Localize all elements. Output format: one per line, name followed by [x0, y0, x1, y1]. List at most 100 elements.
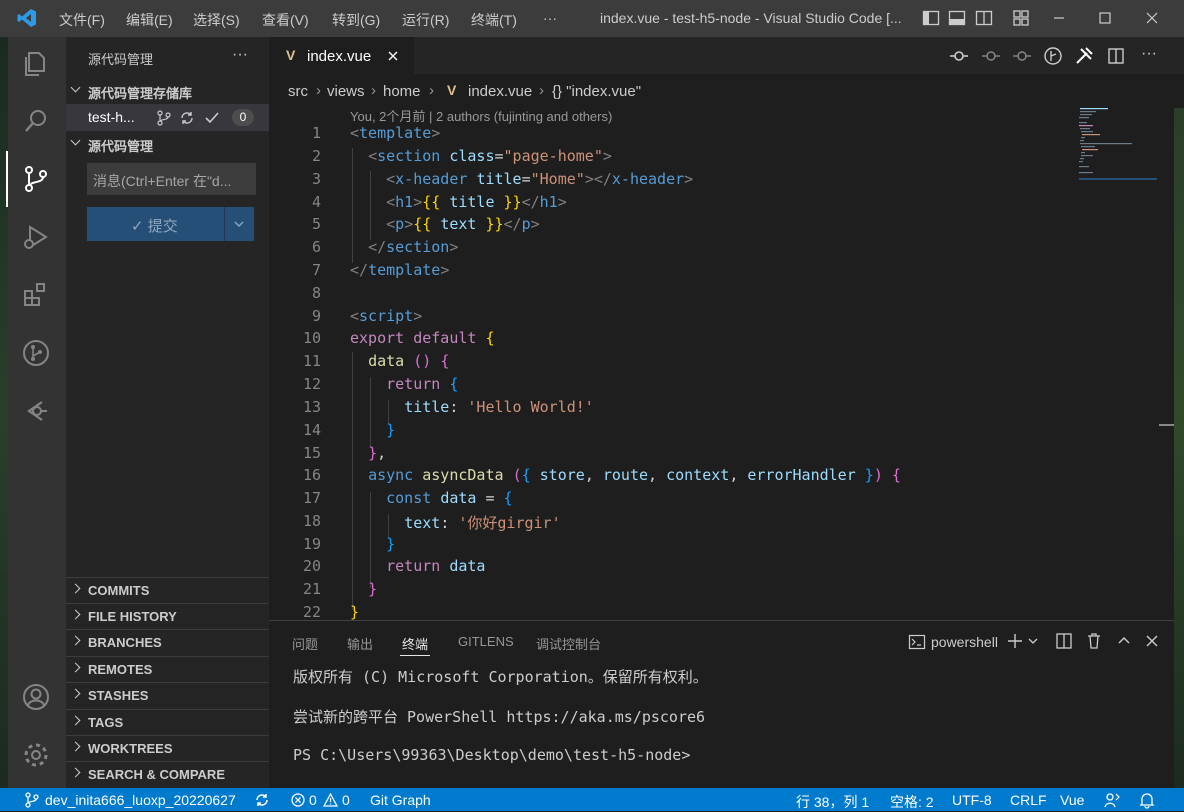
- status-error-count[interactable]: 0: [309, 792, 317, 808]
- chevron-right-icon: [70, 609, 81, 620]
- source-control-sidebar: 源代码管理 ··· 源代码管理存储库 test-h... 0 源代码管理 消息(…: [66, 37, 269, 788]
- chevron-right-icon: ›: [316, 82, 321, 99]
- status-warning-count[interactable]: 0: [342, 792, 350, 808]
- trash-icon[interactable]: [1085, 632, 1103, 650]
- status-cursor-position[interactable]: 行 38，列 1: [796, 792, 869, 812]
- editor-more-icon[interactable]: ···: [1141, 45, 1157, 63]
- commit-check-icon[interactable]: [204, 110, 220, 126]
- terminal-shell-name[interactable]: powershell: [931, 634, 998, 650]
- menu-run[interactable]: 运行(R): [402, 10, 449, 30]
- section-stashes[interactable]: STASHES: [66, 682, 269, 708]
- status-branch[interactable]: dev_inita666_luoxp_20220627: [45, 792, 236, 808]
- breadcrumb-home[interactable]: home: [383, 83, 421, 100]
- code-line: <h1>{{ title }}</h1>: [386, 193, 567, 211]
- code-line: },: [368, 444, 387, 462]
- window-edge-right: [1174, 37, 1184, 788]
- status-encoding[interactable]: UTF-8: [952, 792, 992, 808]
- explorer-icon[interactable]: [20, 47, 52, 79]
- customize-layout-icon[interactable]: [1012, 9, 1030, 27]
- status-indentation[interactable]: 空格: 2: [890, 792, 934, 812]
- tab-index-vue[interactable]: V index.vue: [269, 37, 414, 74]
- extensions-icon[interactable]: [20, 279, 52, 311]
- line-number: 3: [311, 170, 321, 188]
- accounts-icon[interactable]: [20, 681, 52, 713]
- status-git-graph[interactable]: Git Graph: [370, 792, 431, 808]
- section-file-history[interactable]: FILE HISTORY: [66, 603, 269, 629]
- section-search-compare[interactable]: SEARCH & COMPARE: [66, 761, 269, 787]
- previous-change-icon[interactable]: [949, 47, 969, 65]
- minimize-icon[interactable]: [1050, 9, 1068, 27]
- line-number: 9: [311, 307, 321, 325]
- new-terminal-icon[interactable]: [1006, 632, 1024, 650]
- close-panel-icon[interactable]: [1144, 633, 1160, 649]
- menu-file[interactable]: 文件(F): [59, 10, 105, 30]
- repository-row[interactable]: test-h... 0: [66, 104, 269, 131]
- breadcrumb-src[interactable]: src: [288, 83, 308, 100]
- section-remotes[interactable]: REMOTES: [66, 656, 269, 682]
- maximize-panel-icon[interactable]: [1116, 633, 1132, 649]
- panel-tab-terminal[interactable]: 终端: [402, 634, 428, 653]
- close-tab-icon[interactable]: [387, 50, 399, 62]
- menu-selection[interactable]: 选择(S): [193, 10, 240, 30]
- code-line: <x-header title="Home"></x-header>: [386, 170, 694, 188]
- git-branch-icon: [25, 792, 39, 808]
- minimap[interactable]: [1075, 108, 1165, 620]
- section-label: BRANCHES: [88, 635, 162, 650]
- next-change-icon[interactable]: [1012, 47, 1032, 65]
- commit-dropdown-button[interactable]: [224, 207, 254, 241]
- terminal-prompt[interactable]: PS C:\Users\99363\Desktop\demo\test-h5-n…: [293, 746, 690, 764]
- toggle-panel-icon[interactable]: [948, 9, 966, 27]
- sync-icon[interactable]: [254, 792, 270, 808]
- breadcrumb-symbol[interactable]: {} "index.vue": [552, 83, 641, 100]
- tools-icon[interactable]: [1074, 46, 1094, 66]
- commit-message-placeholder: 消息(Ctrl+Enter 在"d...: [93, 173, 232, 189]
- section-tags[interactable]: TAGS: [66, 709, 269, 735]
- sidebar-more-button[interactable]: ···: [232, 46, 248, 64]
- branch-icon[interactable]: [156, 110, 172, 126]
- status-language[interactable]: Vue: [1060, 792, 1084, 808]
- commit-message-input[interactable]: 消息(Ctrl+Enter 在"d...: [87, 163, 256, 195]
- error-icon[interactable]: [291, 793, 305, 807]
- scm-section-header[interactable]: 源代码管理: [66, 132, 269, 154]
- panel-tab-gitlens[interactable]: GITLENS: [458, 634, 514, 649]
- maximize-icon[interactable]: [1096, 9, 1114, 27]
- editor-scrollbar[interactable]: [1159, 108, 1174, 620]
- split-terminal-icon[interactable]: [1055, 632, 1073, 650]
- settings-gear-icon[interactable]: [20, 739, 52, 771]
- menu-terminal[interactable]: 终端(T): [471, 10, 517, 30]
- commit-button[interactable]: ✓ 提交: [87, 207, 224, 241]
- open-changes-icon[interactable]: [1043, 46, 1063, 66]
- run-debug-icon[interactable]: [20, 221, 52, 253]
- warning-icon[interactable]: [323, 793, 338, 807]
- source-control-icon[interactable]: [20, 163, 52, 195]
- menu-go[interactable]: 转到(G): [332, 10, 380, 30]
- panel-tab-problems[interactable]: 问题: [292, 634, 318, 653]
- notifications-bell-icon[interactable]: [1138, 791, 1156, 809]
- toggle-secondary-sidebar-icon[interactable]: [975, 9, 993, 27]
- panel-tab-debug-console[interactable]: 调试控制台: [536, 634, 601, 653]
- close-window-icon[interactable]: [1143, 9, 1161, 27]
- menu-more[interactable]: ···: [543, 10, 557, 26]
- split-editor-icon[interactable]: [1107, 47, 1125, 65]
- codelens-blame[interactable]: You, 2个月前 | 2 authors (fujinting and oth…: [350, 108, 612, 125]
- chevron-down-icon[interactable]: [1027, 635, 1039, 647]
- breadcrumb-views[interactable]: views: [327, 83, 365, 100]
- search-icon[interactable]: [20, 105, 52, 137]
- gitlens-icon[interactable]: [20, 395, 52, 427]
- panel-tab-output[interactable]: 输出: [347, 634, 373, 653]
- line-number: 5: [311, 215, 321, 233]
- code-editor[interactable]: You, 2个月前 | 2 authors (fujinting and oth…: [269, 108, 1174, 620]
- status-eol[interactable]: CRLF: [1010, 792, 1047, 808]
- sync-icon[interactable]: [179, 110, 195, 126]
- repositories-section-header[interactable]: 源代码管理存储库: [66, 79, 269, 101]
- commit-icon[interactable]: [981, 47, 1001, 65]
- section-worktrees[interactable]: WORKTREES: [66, 735, 269, 761]
- section-branches[interactable]: BRANCHES: [66, 629, 269, 655]
- toggle-sidebar-icon[interactable]: [922, 9, 940, 27]
- breadcrumb-file[interactable]: index.vue: [468, 83, 532, 100]
- section-commits[interactable]: COMMITS: [66, 577, 269, 603]
- git-graph-icon[interactable]: [20, 337, 52, 369]
- feedback-person-icon[interactable]: [1103, 791, 1121, 809]
- menu-view[interactable]: 查看(V): [262, 10, 309, 30]
- menu-edit[interactable]: 编辑(E): [126, 10, 173, 30]
